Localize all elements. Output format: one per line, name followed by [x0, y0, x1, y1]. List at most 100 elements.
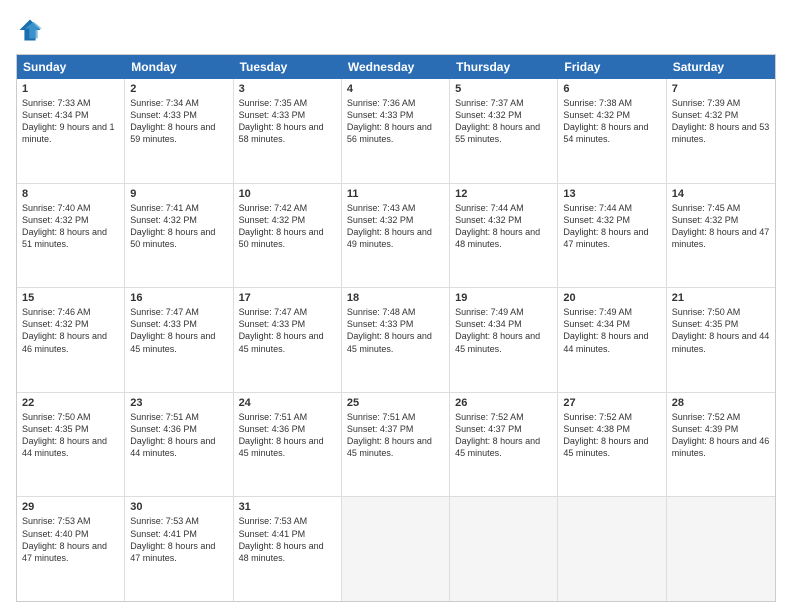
day-number: 3	[239, 83, 336, 95]
cell-details: Sunrise: 7:33 AMSunset: 4:34 PMDaylight:…	[22, 98, 115, 144]
day-number: 18	[347, 292, 444, 304]
day-number: 29	[22, 501, 119, 513]
day-number: 19	[455, 292, 552, 304]
calendar-body: 1 Sunrise: 7:33 AMSunset: 4:34 PMDayligh…	[17, 79, 775, 601]
cell-details: Sunrise: 7:48 AMSunset: 4:33 PMDaylight:…	[347, 307, 432, 353]
table-row: 6 Sunrise: 7:38 AMSunset: 4:32 PMDayligh…	[558, 79, 666, 183]
cell-details: Sunrise: 7:44 AMSunset: 4:32 PMDaylight:…	[563, 203, 648, 249]
cell-details: Sunrise: 7:47 AMSunset: 4:33 PMDaylight:…	[239, 307, 324, 353]
table-row	[667, 497, 775, 601]
cell-details: Sunrise: 7:53 AMSunset: 4:41 PMDaylight:…	[239, 516, 324, 562]
logo-icon	[16, 16, 44, 44]
cell-details: Sunrise: 7:53 AMSunset: 4:41 PMDaylight:…	[130, 516, 215, 562]
page: Sunday Monday Tuesday Wednesday Thursday…	[0, 0, 792, 612]
table-row: 19 Sunrise: 7:49 AMSunset: 4:34 PMDaylig…	[450, 288, 558, 392]
table-row: 16 Sunrise: 7:47 AMSunset: 4:33 PMDaylig…	[125, 288, 233, 392]
cell-details: Sunrise: 7:35 AMSunset: 4:33 PMDaylight:…	[239, 98, 324, 144]
table-row: 10 Sunrise: 7:42 AMSunset: 4:32 PMDaylig…	[234, 184, 342, 288]
table-row: 31 Sunrise: 7:53 AMSunset: 4:41 PMDaylig…	[234, 497, 342, 601]
table-row: 1 Sunrise: 7:33 AMSunset: 4:34 PMDayligh…	[17, 79, 125, 183]
cell-details: Sunrise: 7:40 AMSunset: 4:32 PMDaylight:…	[22, 203, 107, 249]
day-number: 23	[130, 397, 227, 409]
table-row: 23 Sunrise: 7:51 AMSunset: 4:36 PMDaylig…	[125, 393, 233, 497]
day-number: 9	[130, 188, 227, 200]
table-row	[558, 497, 666, 601]
day-number: 2	[130, 83, 227, 95]
cell-details: Sunrise: 7:44 AMSunset: 4:32 PMDaylight:…	[455, 203, 540, 249]
day-number: 26	[455, 397, 552, 409]
table-row: 7 Sunrise: 7:39 AMSunset: 4:32 PMDayligh…	[667, 79, 775, 183]
calendar-week-3: 15 Sunrise: 7:46 AMSunset: 4:32 PMDaylig…	[17, 288, 775, 393]
cell-details: Sunrise: 7:46 AMSunset: 4:32 PMDaylight:…	[22, 307, 107, 353]
cell-details: Sunrise: 7:52 AMSunset: 4:39 PMDaylight:…	[672, 412, 770, 458]
cell-details: Sunrise: 7:49 AMSunset: 4:34 PMDaylight:…	[455, 307, 540, 353]
table-row: 28 Sunrise: 7:52 AMSunset: 4:39 PMDaylig…	[667, 393, 775, 497]
day-number: 14	[672, 188, 770, 200]
cell-details: Sunrise: 7:52 AMSunset: 4:38 PMDaylight:…	[563, 412, 648, 458]
day-number: 20	[563, 292, 660, 304]
table-row: 21 Sunrise: 7:50 AMSunset: 4:35 PMDaylig…	[667, 288, 775, 392]
logo	[16, 16, 46, 44]
cell-details: Sunrise: 7:45 AMSunset: 4:32 PMDaylight:…	[672, 203, 770, 249]
table-row: 30 Sunrise: 7:53 AMSunset: 4:41 PMDaylig…	[125, 497, 233, 601]
day-number: 4	[347, 83, 444, 95]
table-row: 2 Sunrise: 7:34 AMSunset: 4:33 PMDayligh…	[125, 79, 233, 183]
table-row: 20 Sunrise: 7:49 AMSunset: 4:34 PMDaylig…	[558, 288, 666, 392]
day-number: 17	[239, 292, 336, 304]
day-number: 24	[239, 397, 336, 409]
calendar-week-5: 29 Sunrise: 7:53 AMSunset: 4:40 PMDaylig…	[17, 497, 775, 601]
table-row: 8 Sunrise: 7:40 AMSunset: 4:32 PMDayligh…	[17, 184, 125, 288]
table-row: 29 Sunrise: 7:53 AMSunset: 4:40 PMDaylig…	[17, 497, 125, 601]
calendar: Sunday Monday Tuesday Wednesday Thursday…	[16, 54, 776, 602]
cell-details: Sunrise: 7:49 AMSunset: 4:34 PMDaylight:…	[563, 307, 648, 353]
cell-details: Sunrise: 7:38 AMSunset: 4:32 PMDaylight:…	[563, 98, 648, 144]
day-number: 22	[22, 397, 119, 409]
day-number: 31	[239, 501, 336, 513]
cell-details: Sunrise: 7:43 AMSunset: 4:32 PMDaylight:…	[347, 203, 432, 249]
table-row: 18 Sunrise: 7:48 AMSunset: 4:33 PMDaylig…	[342, 288, 450, 392]
cell-details: Sunrise: 7:53 AMSunset: 4:40 PMDaylight:…	[22, 516, 107, 562]
table-row: 15 Sunrise: 7:46 AMSunset: 4:32 PMDaylig…	[17, 288, 125, 392]
day-number: 28	[672, 397, 770, 409]
day-number: 11	[347, 188, 444, 200]
table-row	[450, 497, 558, 601]
header-monday: Monday	[125, 55, 233, 79]
calendar-week-1: 1 Sunrise: 7:33 AMSunset: 4:34 PMDayligh…	[17, 79, 775, 184]
cell-details: Sunrise: 7:50 AMSunset: 4:35 PMDaylight:…	[22, 412, 107, 458]
day-number: 8	[22, 188, 119, 200]
cell-details: Sunrise: 7:41 AMSunset: 4:32 PMDaylight:…	[130, 203, 215, 249]
header-thursday: Thursday	[450, 55, 558, 79]
table-row: 4 Sunrise: 7:36 AMSunset: 4:33 PMDayligh…	[342, 79, 450, 183]
day-number: 27	[563, 397, 660, 409]
cell-details: Sunrise: 7:51 AMSunset: 4:36 PMDaylight:…	[239, 412, 324, 458]
day-number: 30	[130, 501, 227, 513]
table-row: 24 Sunrise: 7:51 AMSunset: 4:36 PMDaylig…	[234, 393, 342, 497]
cell-details: Sunrise: 7:52 AMSunset: 4:37 PMDaylight:…	[455, 412, 540, 458]
day-number: 5	[455, 83, 552, 95]
header-sunday: Sunday	[17, 55, 125, 79]
day-number: 6	[563, 83, 660, 95]
cell-details: Sunrise: 7:42 AMSunset: 4:32 PMDaylight:…	[239, 203, 324, 249]
table-row: 25 Sunrise: 7:51 AMSunset: 4:37 PMDaylig…	[342, 393, 450, 497]
cell-details: Sunrise: 7:50 AMSunset: 4:35 PMDaylight:…	[672, 307, 770, 353]
calendar-week-2: 8 Sunrise: 7:40 AMSunset: 4:32 PMDayligh…	[17, 184, 775, 289]
table-row: 9 Sunrise: 7:41 AMSunset: 4:32 PMDayligh…	[125, 184, 233, 288]
table-row: 26 Sunrise: 7:52 AMSunset: 4:37 PMDaylig…	[450, 393, 558, 497]
cell-details: Sunrise: 7:37 AMSunset: 4:32 PMDaylight:…	[455, 98, 540, 144]
header-friday: Friday	[558, 55, 666, 79]
table-row: 5 Sunrise: 7:37 AMSunset: 4:32 PMDayligh…	[450, 79, 558, 183]
table-row: 14 Sunrise: 7:45 AMSunset: 4:32 PMDaylig…	[667, 184, 775, 288]
table-row: 22 Sunrise: 7:50 AMSunset: 4:35 PMDaylig…	[17, 393, 125, 497]
day-number: 25	[347, 397, 444, 409]
header-tuesday: Tuesday	[234, 55, 342, 79]
header-saturday: Saturday	[667, 55, 775, 79]
day-number: 7	[672, 83, 770, 95]
day-number: 16	[130, 292, 227, 304]
calendar-header: Sunday Monday Tuesday Wednesday Thursday…	[17, 55, 775, 79]
table-row: 13 Sunrise: 7:44 AMSunset: 4:32 PMDaylig…	[558, 184, 666, 288]
header-wednesday: Wednesday	[342, 55, 450, 79]
day-number: 15	[22, 292, 119, 304]
day-number: 12	[455, 188, 552, 200]
cell-details: Sunrise: 7:39 AMSunset: 4:32 PMDaylight:…	[672, 98, 770, 144]
day-number: 21	[672, 292, 770, 304]
